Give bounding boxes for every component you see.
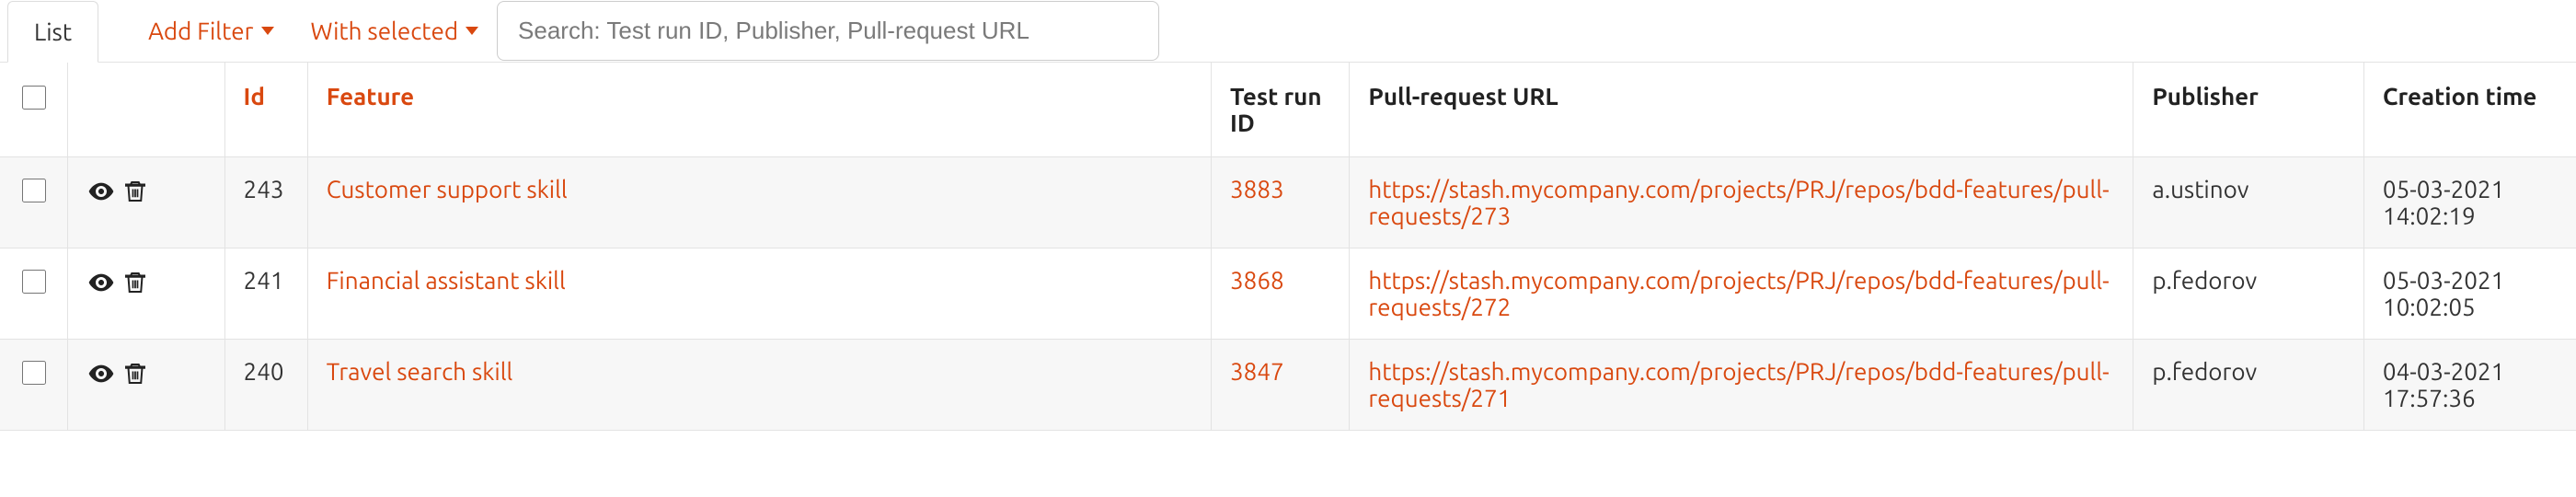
table-row: 243 Customer support skill 3883 https://sta… <box>0 157 2576 248</box>
header-actions <box>68 63 224 157</box>
row-select-checkbox[interactable] <box>22 270 46 294</box>
row-actions <box>68 340 224 431</box>
header-feature[interactable]: Feature <box>307 63 1211 157</box>
row-select-cell <box>0 340 68 431</box>
row-select-cell <box>0 157 68 248</box>
cell-test-run-id: 3883 <box>1212 157 1350 248</box>
toolbar: List Add Filter With selected <box>0 0 2576 62</box>
cell-id: 243 <box>224 157 307 248</box>
table-row: 240 Travel search skill 3847 https://stash.… <box>0 340 2576 431</box>
delete-icon[interactable] <box>121 360 149 387</box>
test-run-link[interactable]: 3883 <box>1230 176 1284 202</box>
header-id[interactable]: Id <box>224 63 307 157</box>
feature-link[interactable]: Financial assistant skill <box>327 267 566 294</box>
with-selected-dropdown[interactable]: With selected <box>293 1 498 61</box>
table-row: 241 Financial assistant skill 3868 https://… <box>0 248 2576 340</box>
table-header-row: Id Feature Test run ID Pull-request URL … <box>0 63 2576 157</box>
add-filter-label: Add Filter <box>148 17 253 44</box>
with-selected-label: With selected <box>311 17 459 44</box>
cell-publisher: a.ustinov <box>2133 157 2364 248</box>
delete-icon[interactable] <box>121 269 149 296</box>
header-publisher[interactable]: Publisher <box>2133 63 2364 157</box>
row-actions <box>68 248 224 340</box>
caret-down-icon <box>466 27 478 35</box>
cell-creation-time: 04-03-2021 17:57:36 <box>2363 340 2576 431</box>
caret-down-icon <box>261 27 274 35</box>
cell-publisher: p.fedorov <box>2133 340 2364 431</box>
search-input[interactable] <box>497 1 1159 61</box>
cell-test-run-id: 3847 <box>1212 340 1350 431</box>
cell-creation-time: 05-03-2021 10:02:05 <box>2363 248 2576 340</box>
cell-publisher: p.fedorov <box>2133 248 2364 340</box>
feature-link[interactable]: Travel search skill <box>327 358 513 385</box>
cell-feature: Customer support skill <box>307 157 1211 248</box>
cell-feature: Travel search skill <box>307 340 1211 431</box>
header-select-all <box>0 63 68 157</box>
add-filter-dropdown[interactable]: Add Filter <box>130 1 292 61</box>
pr-url-link[interactable]: https://stash.mycompany.com/projects/PRJ… <box>1368 176 2109 229</box>
pr-url-link[interactable]: https://stash.mycompany.com/projects/PRJ… <box>1368 267 2109 320</box>
cell-creation-time: 05-03-2021 14:02:19 <box>2363 157 2576 248</box>
cell-feature: Financial assistant skill <box>307 248 1211 340</box>
view-icon[interactable] <box>86 177 116 206</box>
tab-list[interactable]: List <box>7 1 98 63</box>
cell-id: 241 <box>224 248 307 340</box>
test-run-link[interactable]: 3868 <box>1230 267 1284 294</box>
select-all-checkbox[interactable] <box>22 86 46 110</box>
data-table: Id Feature Test run ID Pull-request URL … <box>0 62 2576 431</box>
row-select-cell <box>0 248 68 340</box>
pr-url-link[interactable]: https://stash.mycompany.com/projects/PRJ… <box>1368 358 2109 411</box>
filter-box: Add Filter With selected <box>130 1 1159 61</box>
row-actions <box>68 157 224 248</box>
header-test-run-id[interactable]: Test run ID <box>1212 63 1350 157</box>
cell-pr-url: https://stash.mycompany.com/projects/PRJ… <box>1350 157 2133 248</box>
cell-pr-url: https://stash.mycompany.com/projects/PRJ… <box>1350 248 2133 340</box>
cell-test-run-id: 3868 <box>1212 248 1350 340</box>
view-icon[interactable] <box>86 359 116 388</box>
view-icon[interactable] <box>86 268 116 297</box>
header-pr-url[interactable]: Pull-request URL <box>1350 63 2133 157</box>
header-creation-time[interactable]: Creation time <box>2363 63 2576 157</box>
test-run-link[interactable]: 3847 <box>1230 358 1284 385</box>
feature-link[interactable]: Customer support skill <box>327 176 568 202</box>
row-select-checkbox[interactable] <box>22 179 46 202</box>
delete-icon[interactable] <box>121 178 149 205</box>
cell-pr-url: https://stash.mycompany.com/projects/PRJ… <box>1350 340 2133 431</box>
cell-id: 240 <box>224 340 307 431</box>
row-select-checkbox[interactable] <box>22 361 46 385</box>
